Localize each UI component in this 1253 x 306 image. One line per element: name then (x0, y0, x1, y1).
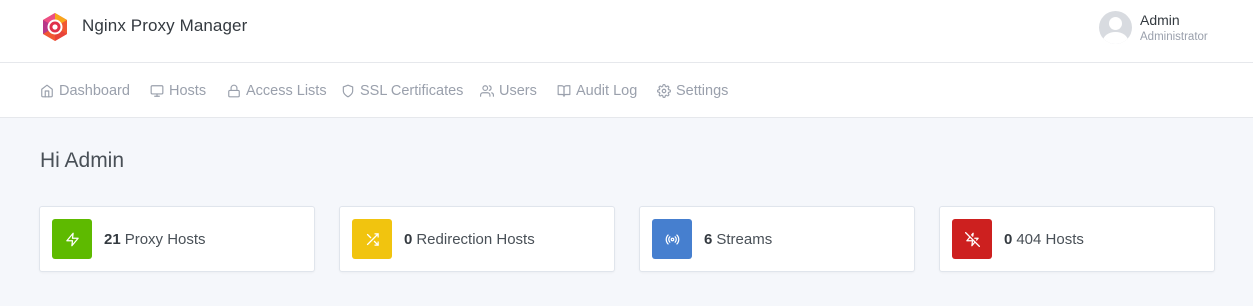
monitor-icon (150, 85, 164, 97)
nav-item-settings[interactable]: Settings (657, 81, 728, 101)
app-title[interactable]: Nginx Proxy Manager (82, 16, 247, 36)
nav-label: Settings (676, 83, 729, 99)
card-title: 404 Hosts (1016, 231, 1084, 248)
nav-label: Access Lists (246, 83, 327, 99)
user-role: Administrator (1140, 31, 1208, 43)
card-count: 21 (104, 231, 121, 248)
gear-icon (657, 84, 671, 98)
shield-icon (342, 84, 354, 98)
card-404-hosts[interactable]: 0 404 Hosts (939, 206, 1215, 272)
book-icon (557, 85, 571, 97)
nav-label: Dashboard (59, 83, 130, 99)
card-count: 6 (704, 231, 713, 248)
users-icon (480, 85, 494, 97)
card-badge (52, 219, 92, 259)
card-label: 0 404 Hosts (1004, 231, 1084, 248)
zap-icon (65, 232, 79, 246)
card-badge (952, 219, 992, 259)
nav-label: Users (499, 83, 537, 99)
main-nav: Dashboard Hosts Access Lists SSL Certifi… (0, 63, 1253, 118)
card-count: 0 (1004, 231, 1013, 248)
card-count: 0 (404, 231, 413, 248)
nav-item-dashboard[interactable]: Dashboard (40, 81, 130, 101)
shuffle-icon (366, 232, 379, 246)
nav-item-hosts[interactable]: Hosts (150, 81, 206, 101)
user-name: Admin (1140, 12, 1180, 28)
page-title: Hi Admin (40, 149, 125, 172)
nav-item-ssl-certificates[interactable]: SSL Certificates (341, 81, 463, 101)
card-title: Streams (716, 231, 773, 248)
home-icon (41, 84, 53, 98)
radio-icon (665, 233, 679, 245)
avatar[interactable] (1099, 11, 1132, 44)
nav-label: Hosts (169, 83, 207, 99)
card-badge (352, 219, 392, 259)
card-streams[interactable]: 6 Streams (639, 206, 915, 272)
nav-item-access-lists[interactable]: Access Lists (227, 81, 327, 101)
card-title: Proxy Hosts (124, 231, 206, 248)
nav-label: Audit Log (576, 83, 638, 99)
card-label: 6 Streams (704, 231, 772, 248)
top-header: Nginx Proxy Manager Admin Administrator (0, 0, 1253, 63)
card-badge (652, 219, 692, 259)
nginx-proxy-manager-logo-icon[interactable] (40, 12, 70, 42)
zap-off-icon (964, 231, 980, 247)
card-title: Redirection Hosts (416, 231, 535, 248)
card-proxy-hosts[interactable]: 21 Proxy Hosts (39, 206, 315, 272)
card-label: 21 Proxy Hosts (104, 231, 206, 248)
nav-item-users[interactable]: Users (480, 81, 537, 101)
nav-label: SSL Certificates (360, 83, 464, 99)
lock-icon (228, 84, 240, 98)
card-label: 0 Redirection Hosts (404, 231, 535, 248)
nav-item-audit-log[interactable]: Audit Log (557, 81, 637, 101)
card-redirection-hosts[interactable]: 0 Redirection Hosts (339, 206, 615, 272)
